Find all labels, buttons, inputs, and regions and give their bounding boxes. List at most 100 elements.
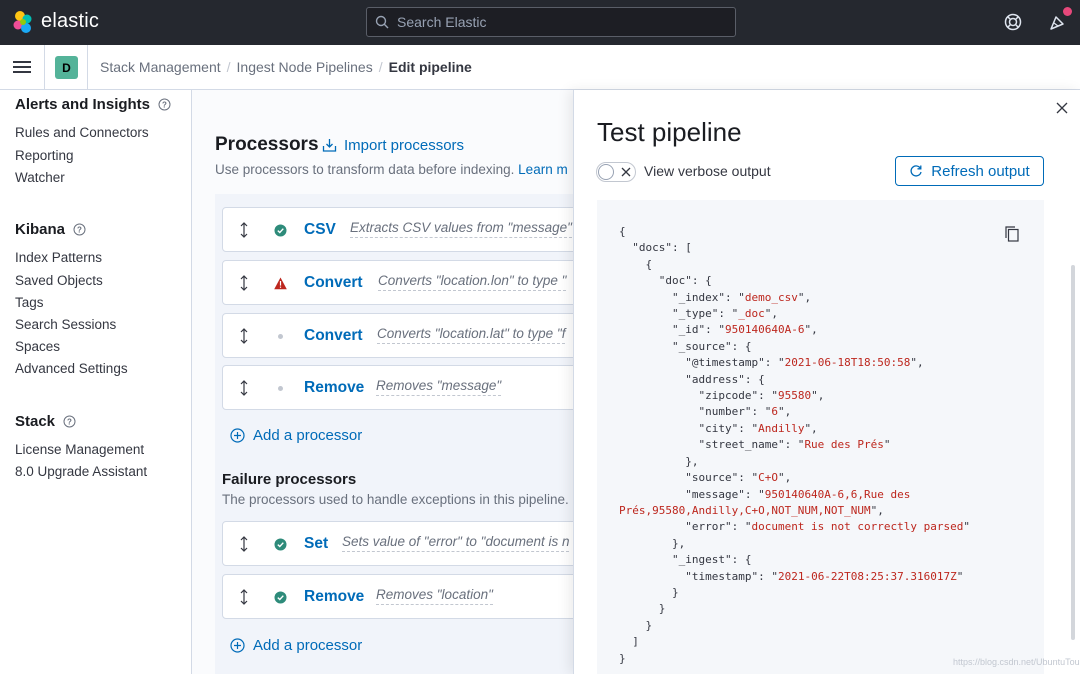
breadcrumb-edit-pipeline: Edit pipeline	[389, 59, 472, 75]
processor-description[interactable]: Sets value of "error" to "document is n	[342, 534, 569, 552]
drag-handle-icon[interactable]	[238, 222, 250, 238]
sidebar-group-alerts: Alerts and Insights ?	[15, 96, 171, 113]
drag-handle-icon[interactable]	[238, 275, 250, 291]
processor-row-convert-lon[interactable]: Convert Converts "location.lon" to type …	[222, 260, 573, 305]
breadcrumb: Stack Management / Ingest Node Pipelines…	[100, 59, 472, 75]
sidebar-group-title: Kibana	[15, 221, 65, 238]
processor-description[interactable]: Extracts CSV values from "message"	[350, 220, 572, 238]
notification-dot	[1063, 7, 1072, 16]
drag-handle-icon[interactable]	[238, 536, 250, 552]
drag-handle-icon[interactable]	[238, 589, 250, 605]
status-success-icon	[274, 224, 287, 237]
add-processor-label: Add a processor	[253, 427, 362, 444]
brand-name[interactable]: elastic	[41, 10, 99, 33]
processor-row-remove[interactable]: Remove Removes "message"	[222, 365, 573, 410]
processor-row-csv[interactable]: CSV Extracts CSV values from "message"	[222, 207, 573, 252]
space-avatar[interactable]: D	[55, 56, 78, 79]
copy-icon[interactable]	[1005, 226, 1019, 242]
global-search[interactable]	[366, 7, 736, 37]
sidebar-item-saved-objects[interactable]: Saved Objects	[15, 273, 103, 288]
question-icon[interactable]: ?	[73, 223, 86, 236]
processor-name[interactable]: Remove	[304, 379, 364, 397]
search-icon	[375, 15, 389, 29]
question-icon[interactable]: ?	[63, 415, 76, 428]
import-processors-link[interactable]: Import processors	[322, 137, 464, 154]
sidebar-item-upgrade-assistant[interactable]: 8.0 Upgrade Assistant	[15, 464, 147, 479]
flyout-title: Test pipeline	[597, 117, 742, 148]
sidebar-group-title: Alerts and Insights	[15, 96, 150, 113]
breadcrumb-stack-management[interactable]: Stack Management	[100, 59, 221, 75]
failure-processor-row-remove[interactable]: Remove Removes "location"	[222, 574, 573, 619]
value-city: Andilly	[758, 422, 804, 435]
processor-name[interactable]: Convert	[304, 274, 363, 292]
status-inactive-icon	[274, 382, 287, 395]
svg-text:?: ?	[162, 101, 167, 110]
drag-handle-icon[interactable]	[238, 328, 250, 344]
switch-knob	[598, 164, 614, 180]
sidebar-item-license-management[interactable]: License Management	[15, 442, 144, 457]
plus-circle-icon	[230, 428, 245, 443]
add-failure-processor-button[interactable]: Add a processor	[230, 637, 362, 654]
verbose-output-switch[interactable]	[596, 162, 636, 182]
menu-hamburger-icon[interactable]	[13, 59, 31, 75]
sidebar-group-kibana: Kibana ?	[15, 221, 86, 238]
divider	[87, 45, 88, 90]
elastic-logo-icon[interactable]	[11, 10, 35, 34]
value-zipcode: 95580	[778, 389, 811, 402]
pipeline-editor: Processors Import processors Use process…	[192, 90, 573, 674]
sidebar-item-advanced-settings[interactable]: Advanced Settings	[15, 361, 128, 376]
processors-description: Use processors to transform data before …	[215, 162, 568, 177]
question-icon[interactable]: ?	[158, 98, 171, 111]
failure-processors-description: The processors used to handle exceptions…	[222, 492, 569, 507]
close-icon[interactable]	[1056, 102, 1068, 114]
svg-text:?: ?	[67, 418, 72, 427]
sidebar-item-watcher[interactable]: Watcher	[15, 170, 65, 185]
sidebar-item-reporting[interactable]: Reporting	[15, 148, 74, 163]
drag-handle-icon[interactable]	[238, 380, 250, 396]
help-lifebuoy-icon[interactable]	[1003, 12, 1023, 32]
status-success-icon	[274, 591, 287, 604]
value-message-2: Prés,95580,Andilly,C+O,NOT_NUM,NOT_NUM	[619, 504, 871, 517]
output-code-block[interactable]: { "docs": [ { "doc": { "_index": "demo_c…	[597, 200, 1044, 674]
processor-name[interactable]: Set	[304, 535, 328, 553]
value-id: 950140640A-6	[725, 323, 804, 336]
add-processor-label: Add a processor	[253, 637, 362, 654]
watermark: https://blog.csdn.net/UbuntuTouch	[953, 657, 1080, 667]
refresh-output-label: Refresh output	[931, 163, 1029, 180]
breadcrumb-bar: D Stack Management / Ingest Node Pipelin…	[0, 45, 1080, 90]
learn-more-link[interactable]: Learn m	[518, 162, 568, 177]
processor-description[interactable]: Converts "location.lon" to type "	[378, 273, 566, 291]
sidebar-item-spaces[interactable]: Spaces	[15, 339, 60, 354]
breadcrumb-ingest-pipelines[interactable]: Ingest Node Pipelines	[237, 59, 373, 75]
add-processor-button[interactable]: Add a processor	[230, 427, 362, 444]
processor-name[interactable]: Remove	[304, 588, 364, 606]
failure-processors-title: Failure processors	[222, 471, 356, 488]
flyout-scrollbar[interactable]	[1071, 265, 1075, 640]
processor-description[interactable]: Removes "message"	[376, 378, 501, 396]
plus-circle-icon	[230, 638, 245, 653]
top-header: elastic	[0, 0, 1080, 45]
processor-name[interactable]: Convert	[304, 327, 363, 345]
sidebar-item-search-sessions[interactable]: Search Sessions	[15, 317, 116, 332]
import-icon	[322, 138, 337, 153]
refresh-output-button[interactable]: Refresh output	[895, 156, 1044, 186]
cross-icon	[621, 167, 631, 177]
sidebar-group-stack: Stack ?	[15, 413, 76, 430]
value-type: _doc	[738, 307, 765, 320]
value-ingest-timestamp: 2021-06-22T08:25:37.316017Z	[778, 570, 957, 583]
processor-description[interactable]: Removes "location"	[376, 587, 493, 605]
divider	[44, 45, 45, 90]
failure-processor-row-set[interactable]: Set Sets value of "error" to "document i…	[222, 521, 573, 566]
processor-row-convert-lat[interactable]: Convert Converts "location.lat" to type …	[222, 313, 573, 358]
processor-description[interactable]: Converts "location.lat" to type "f	[377, 326, 565, 344]
value-message-1: 950140640A-6,6,Rue des	[765, 488, 911, 501]
search-input[interactable]	[397, 14, 717, 30]
verbose-output-label[interactable]: View verbose output	[644, 163, 771, 179]
sidebar-item-rules-connectors[interactable]: Rules and Connectors	[15, 125, 149, 140]
refresh-icon	[909, 164, 923, 178]
value-timestamp: 2021-06-18T18:50:58	[785, 356, 911, 369]
processor-name[interactable]: CSV	[304, 221, 336, 239]
sidebar-item-index-patterns[interactable]: Index Patterns	[15, 250, 102, 265]
sidebar-item-tags[interactable]: Tags	[15, 295, 44, 310]
breadcrumb-separator: /	[379, 59, 383, 75]
